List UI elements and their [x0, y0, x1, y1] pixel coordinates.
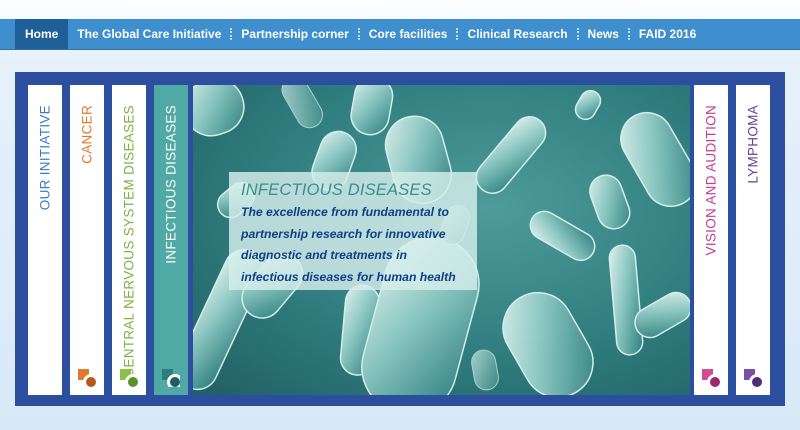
panel-infectious-diseases[interactable]: INFECTIOUS DISEASES — [154, 85, 188, 395]
nav-core-facilities[interactable]: Core facilities — [360, 19, 457, 49]
panel-vision-label: VISION AND AUDITION — [703, 105, 719, 256]
panel-our-initiative[interactable]: OUR INITIATIVE — [28, 85, 62, 395]
cns-logo-icon — [120, 369, 138, 387]
panel-infectious-label: INFECTIOUS DISEASES — [163, 105, 179, 264]
nav-faid-2016[interactable]: FAID 2016 — [630, 19, 705, 49]
panel-lymphoma-label: LYMPHOMA — [745, 105, 761, 184]
main-nav: Home The Global Care Initiative Partners… — [0, 19, 800, 49]
nav-home[interactable]: Home — [15, 19, 69, 49]
panel-our-initiative-label: OUR INITIATIVE — [37, 105, 53, 211]
cancer-logo-icon — [78, 369, 96, 387]
infectious-diseases-image: INFECTIOUS DISEASES The excellence from … — [193, 85, 690, 395]
hero-caption: INFECTIOUS DISEASES The excellence from … — [229, 172, 477, 290]
nav-global-care-initiative[interactable]: The Global Care Initiative — [68, 19, 230, 49]
hero-description: The excellence from fundamental to partn… — [241, 205, 456, 284]
nav-clinical-research[interactable]: Clinical Research — [458, 19, 576, 49]
panel-cancer[interactable]: CANCER — [70, 85, 104, 395]
panel-cancer-label: CANCER — [79, 105, 95, 164]
panel-vision-audition[interactable]: VISION AND AUDITION — [694, 85, 728, 395]
vision-logo-icon — [702, 369, 720, 387]
nav-news[interactable]: News — [579, 19, 628, 49]
disease-areas-slider: OUR INITIATIVE CANCER CENTRAL NERVOUS SY… — [15, 72, 785, 406]
panel-cns-diseases[interactable]: CENTRAL NERVOUS SYSTEM DISEASES — [112, 85, 146, 395]
infectious-logo-icon — [162, 369, 180, 387]
lymphoma-logo-icon — [744, 369, 762, 387]
panel-lymphoma[interactable]: LYMPHOMA — [736, 85, 770, 395]
nav-partnership-corner[interactable]: Partnership corner — [232, 19, 357, 49]
hero-title: INFECTIOUS DISEASES — [241, 181, 432, 199]
panel-cns-label: CENTRAL NERVOUS SYSTEM DISEASES — [121, 105, 137, 378]
